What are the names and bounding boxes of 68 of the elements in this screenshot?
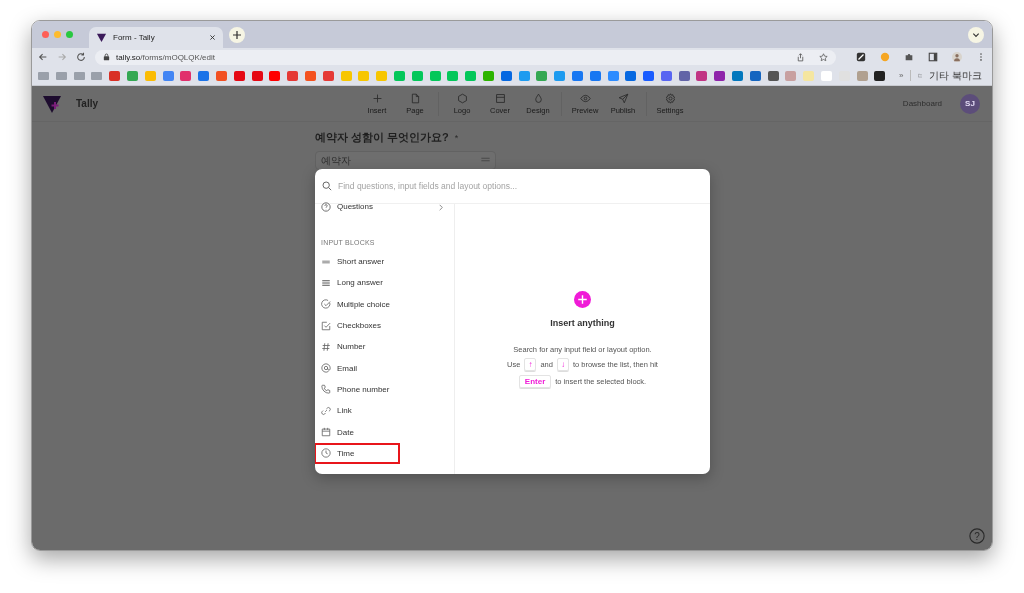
tab-title: Form - Tally bbox=[113, 33, 156, 42]
user-avatar[interactable]: SJ bbox=[960, 93, 980, 114]
layout-icon bbox=[494, 92, 506, 104]
paragraph-lines-icon bbox=[321, 277, 331, 288]
phone-icon bbox=[321, 384, 331, 395]
questions-menu-item[interactable]: Questions bbox=[321, 202, 448, 211]
url-text: tally.so/forms/mOQLQK/edit bbox=[116, 52, 215, 62]
other-bookmarks-link[interactable]: 기타 북마크 bbox=[929, 68, 982, 83]
block-menu-item[interactable]: Date bbox=[321, 421, 448, 443]
new-tab-icon[interactable] bbox=[229, 26, 245, 43]
empty-state-title: Insert anything bbox=[550, 318, 615, 328]
eye-icon bbox=[579, 92, 591, 104]
share-icon[interactable] bbox=[796, 52, 805, 62]
clock-icon bbox=[321, 448, 331, 459]
reload-icon[interactable] bbox=[76, 52, 86, 62]
close-icon[interactable] bbox=[209, 34, 216, 41]
plus-circle-icon bbox=[574, 291, 591, 308]
checkbox-icon bbox=[321, 320, 331, 331]
plus-icon bbox=[371, 92, 383, 104]
search-icon bbox=[322, 181, 332, 191]
close-window-icon[interactable] bbox=[42, 31, 49, 38]
back-icon[interactable] bbox=[38, 52, 48, 62]
brand-name: Tally bbox=[76, 98, 99, 109]
block-menu-item[interactable]: Link bbox=[321, 400, 448, 422]
bookmark-icon[interactable] bbox=[874, 70, 886, 81]
block-menu-item[interactable]: Time bbox=[321, 442, 448, 464]
drag-handle-icon[interactable] bbox=[481, 157, 490, 162]
droplet-icon bbox=[532, 92, 544, 104]
side-panel-icon[interactable] bbox=[928, 52, 938, 62]
answer-input-field[interactable]: 예약자 bbox=[315, 151, 496, 170]
block-menu-item[interactable]: Checkboxes bbox=[321, 314, 448, 337]
block-menu-item[interactable]: Multiple choice bbox=[321, 293, 448, 315]
settings-icon bbox=[664, 92, 676, 104]
block-menu-item[interactable]: Phone number bbox=[321, 378, 448, 401]
lock-icon bbox=[103, 53, 110, 61]
required-mark: * bbox=[454, 132, 459, 143]
tally-logo-icon bbox=[42, 93, 62, 114]
forward-icon[interactable] bbox=[57, 52, 67, 62]
keyboard-key: Enter bbox=[518, 375, 552, 388]
bookmark-icon[interactable] bbox=[714, 70, 726, 81]
block-menu-item[interactable]: Long answer bbox=[321, 272, 448, 294]
keyboard-key: ↓ bbox=[556, 358, 569, 371]
triangle-logo-icon bbox=[96, 32, 107, 43]
at-sign-icon bbox=[321, 363, 331, 374]
hash-icon bbox=[321, 341, 331, 352]
block-menu-item[interactable]: Short answer bbox=[321, 251, 448, 273]
question-circle-icon bbox=[321, 202, 331, 212]
browser-tab[interactable]: Form - Tally bbox=[89, 27, 223, 48]
link-icon bbox=[321, 405, 331, 416]
extension-icon[interactable] bbox=[856, 52, 866, 62]
folder-icon bbox=[917, 71, 923, 80]
page-icon bbox=[409, 92, 421, 104]
profile-avatar-icon[interactable] bbox=[952, 52, 962, 62]
address-bar[interactable]: tally.so/forms/mOQLQK/edit bbox=[95, 49, 836, 65]
chevron-right-icon bbox=[439, 204, 443, 211]
paper-plane-icon bbox=[617, 92, 629, 104]
chevron-down-icon[interactable] bbox=[968, 26, 984, 43]
help-icon[interactable] bbox=[969, 528, 985, 544]
star-icon[interactable] bbox=[819, 52, 828, 62]
hexagon-icon bbox=[456, 92, 468, 104]
keyboard-key: ↑ bbox=[524, 358, 537, 371]
calendar-icon bbox=[321, 427, 331, 437]
block-menu-item[interactable]: Number bbox=[321, 336, 448, 358]
block-menu-item[interactable]: Email bbox=[321, 357, 448, 379]
bookmarks-more-button[interactable]: » bbox=[899, 71, 904, 80]
circle-check-icon bbox=[321, 299, 331, 310]
bookmark-icon[interactable] bbox=[767, 70, 779, 81]
question-title: 예약자 성함이 무엇인가요? bbox=[315, 130, 449, 145]
